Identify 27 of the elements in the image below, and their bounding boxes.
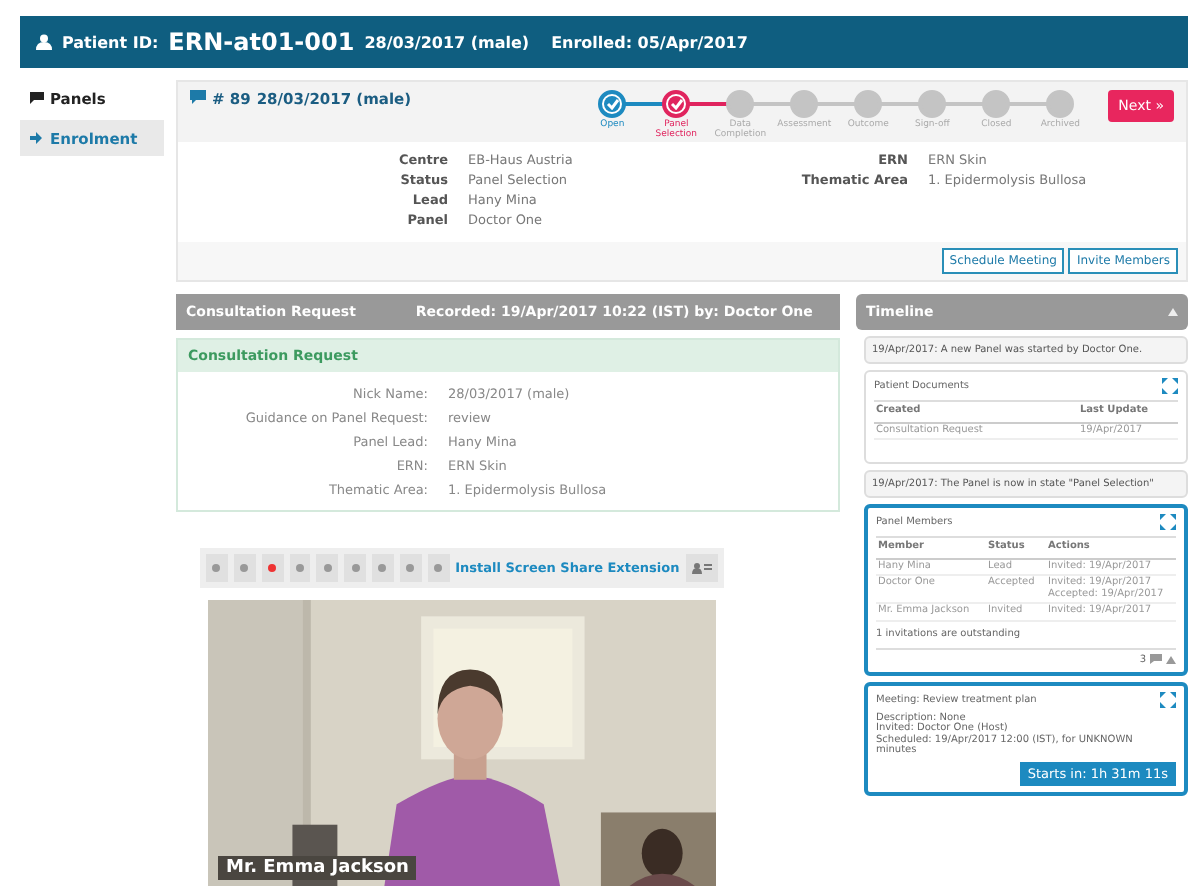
contacts-icon[interactable] [685, 554, 718, 582]
user-icon [36, 34, 52, 50]
toolbar-icon[interactable] [316, 554, 339, 582]
chat-icon [30, 92, 44, 104]
enrolled-date: Enrolled: 05/Apr/2017 [551, 33, 748, 51]
patient-id: ERN-at01-001 [168, 28, 355, 56]
expand-icon[interactable] [1160, 691, 1176, 707]
chat-icon [190, 90, 206, 104]
toolbar-icon[interactable] [427, 554, 450, 582]
expand-icon[interactable] [1160, 514, 1176, 530]
toolbar-icon[interactable] [399, 554, 422, 582]
toolbar-icon[interactable] [372, 554, 394, 582]
toolbar-icon[interactable] [261, 554, 284, 582]
caller-name: Mr. Emma Jackson [218, 856, 417, 880]
collapse-icon[interactable] [1168, 308, 1178, 316]
caret-icon[interactable] [1166, 655, 1176, 663]
toolbar-icon[interactable] [206, 554, 228, 582]
toolbar-icon[interactable] [289, 554, 311, 582]
check-icon [669, 98, 684, 110]
sign-in-icon [30, 132, 44, 144]
expand-icon[interactable] [1162, 378, 1178, 394]
toolbar-icon[interactable] [233, 554, 256, 582]
patient-id-label: Patient ID: [62, 33, 159, 51]
check-icon [605, 98, 620, 110]
comment-icon[interactable] [1150, 654, 1162, 664]
patient-nickname: 28/03/2017 (male) [364, 33, 530, 51]
toolbar-icon[interactable] [344, 554, 367, 582]
